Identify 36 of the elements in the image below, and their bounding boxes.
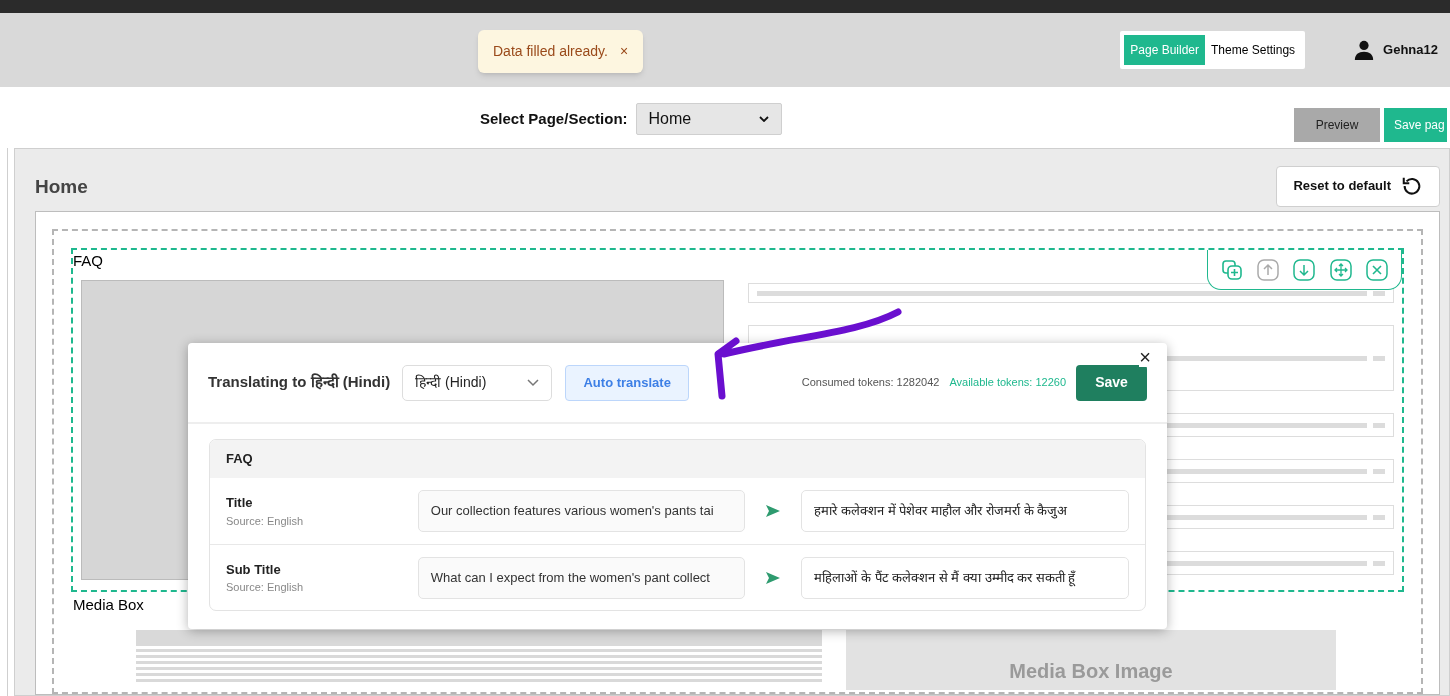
user-name[interactable]: Gehna12 (1383, 40, 1438, 60)
field-label: Title (226, 494, 254, 512)
language-select[interactable]: हिन्दी (Hindi) (402, 364, 553, 401)
source-text-field[interactable]: What can I expect from the women's pant collect (417, 556, 746, 599)
section-label: Media Box (73, 595, 144, 615)
reset-button[interactable]: Reset to default (1276, 165, 1440, 207)
save-button[interactable]: Save (1076, 364, 1147, 401)
panel-title: Home (35, 174, 88, 199)
source-text-field[interactable]: Our collection features various women's pants tai (417, 490, 746, 532)
field-label: Sub Title (226, 560, 282, 579)
preview-button[interactable]: Preview (1294, 108, 1380, 142)
group-title: FAQ (226, 450, 253, 469)
send-icon[interactable] (765, 504, 782, 518)
page-select[interactable]: Home (635, 103, 782, 135)
move-down-icon[interactable] (1293, 258, 1316, 281)
move-up-icon[interactable] (1257, 258, 1280, 281)
duplicate-icon[interactable] (1221, 258, 1244, 281)
drag-icon[interactable] (1329, 258, 1352, 281)
select-label: Select Page/Section: (480, 108, 628, 129)
send-icon[interactable] (765, 570, 782, 585)
toast-message: Data filled already. (493, 42, 608, 61)
section-label: FAQ (73, 251, 103, 271)
consumed-tokens: Consumed tokens: 1282042 (801, 375, 940, 391)
available-tokens: Available tokens: 12260 (949, 375, 1066, 391)
image-label: Media Box Image (1009, 659, 1173, 684)
caret-icon (758, 116, 769, 122)
dialog-title: Translating to हिन्दी (Hindi) (208, 372, 391, 393)
source-language: Source: English (226, 513, 305, 529)
reset-icon (1401, 175, 1423, 197)
translation-field[interactable]: हमारे कलेक्शन में पेशेवर माहौल और रोजमर्रा के कैजुअ (801, 490, 1129, 532)
close-button[interactable]: × (619, 41, 629, 62)
delete-icon[interactable] (1365, 258, 1388, 281)
translation-field[interactable]: महिलाओं के पैंट कलेक्शन से मैं क्या उम्मीद कर सकती हूँ (801, 556, 1129, 599)
chevron-down-icon (527, 378, 540, 387)
source-language: Source: English (226, 580, 305, 595)
user-icon[interactable] (1353, 39, 1376, 61)
